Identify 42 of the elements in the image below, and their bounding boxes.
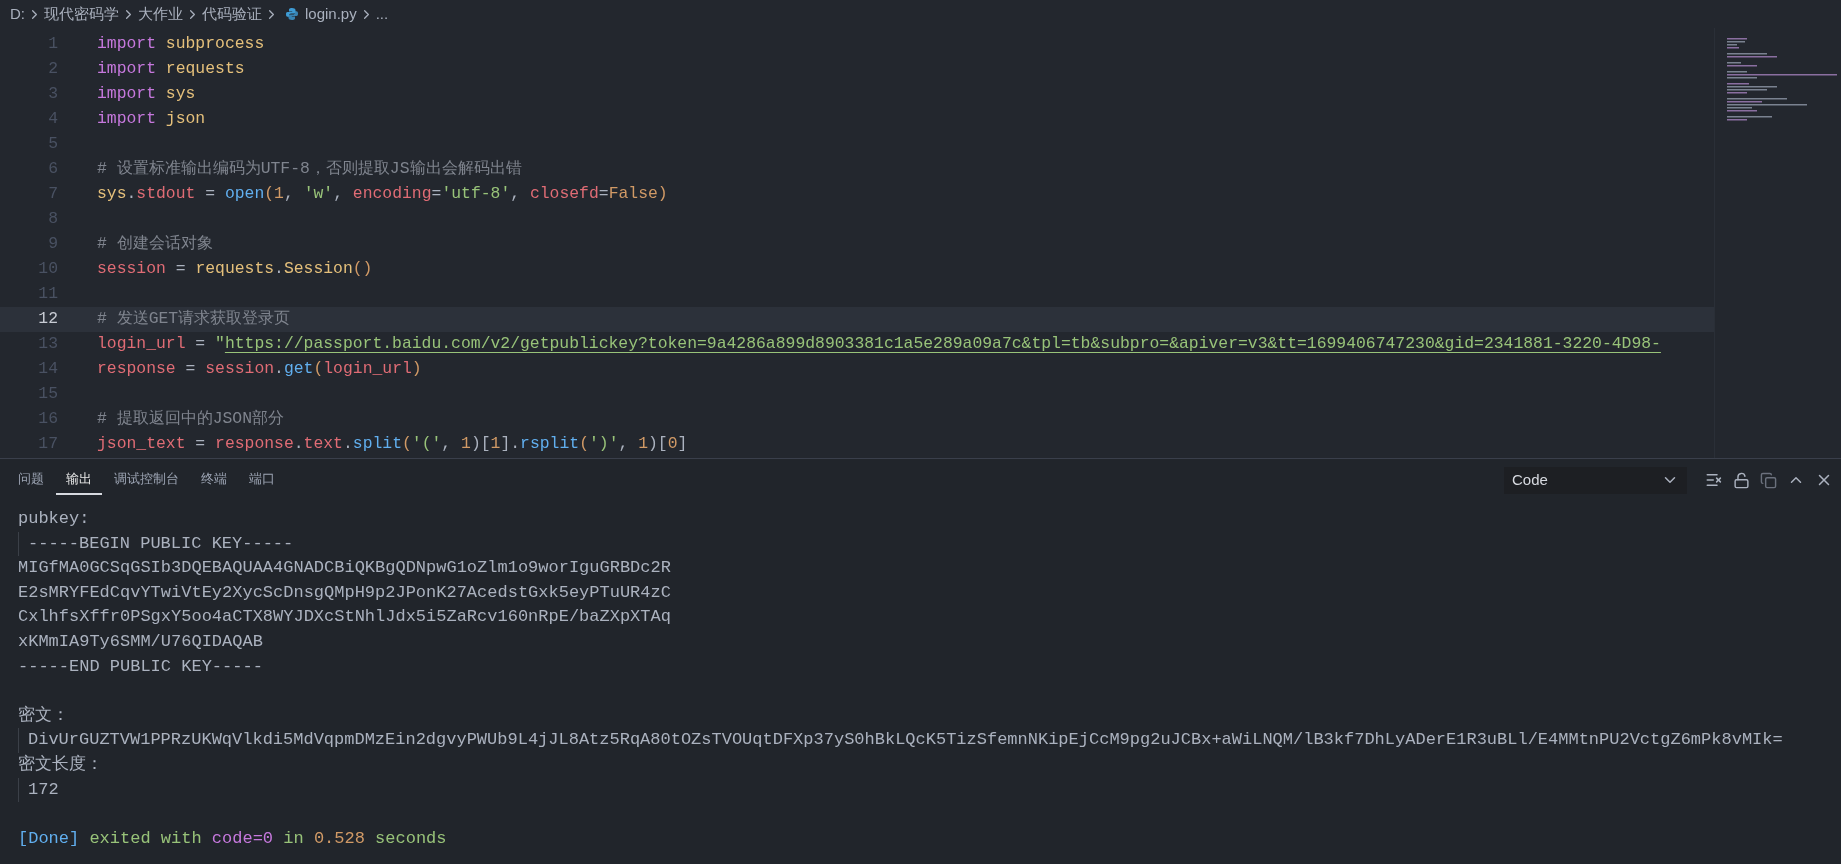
code-line: import sys [97,83,196,106]
panel-tab[interactable]: 终端 [191,465,237,495]
clear-output-icon[interactable] [1705,471,1723,489]
breadcrumb-more[interactable]: ... [375,2,389,26]
code-line: response = session.get(login_url) [97,358,422,381]
output-line: CxlhfsXffr0PSgxY5oo4aCTX8WYJDXcStNhlJdx5i5ZaRcv160nRpE/baZXpXTAq [18,606,671,629]
code-line: session = requests.Session() [97,258,373,281]
panel-tab[interactable]: 问题 [8,465,54,495]
code-line: import subprocess [97,33,265,56]
output-line: [Done] exited with code=0 in 0.528 seconds [18,827,447,850]
code-comment: # 创建会话对象 [97,233,213,256]
output-line: E2sMRYFEdCqvYTwiVtEy2XycScDnsgQMpH9p2JPonK27AcedstGxk5eyPTuUR4zC [18,581,671,604]
code-line: import json [97,108,206,131]
output-line: 172 [28,778,59,801]
output-line: 密文长度： [18,753,103,776]
breadcrumb-item[interactable]: 现代密码学 [44,2,119,26]
code-comment: # 设置标准输出编码为UTF-8，否则提取JS输出会解码出错 [97,158,522,181]
code-comment: # 提取返回中的JSON部分 [97,408,285,431]
breadcrumb-item[interactable]: login.py [305,2,357,26]
output-channel-dropdown[interactable]: Code [1504,466,1687,494]
code-comment: # 发送GET请求获取登录页 [97,308,291,331]
output-line: MIGfMA0GCSqGSIb3DQEBAQUAA4GNADCBiQKBgQDNpwG1oZlm1o9worIguGRBDc2R [18,557,671,580]
panel-tab[interactable]: 端口 [239,465,285,495]
output-line: 密文： [18,704,69,727]
code-line: json_text = response.text.split('(', 1)[1].rsplit(')', 1)[0] [97,433,688,456]
python-file-icon [285,7,299,21]
output-line: pubkey: [18,508,90,530]
output-line: xKMmIA9Ty6SMM/U76QIDAQAB [18,630,263,653]
code-line: sys.stdout = open(1, 'w', encoding='utf-8', closefd=False) [97,183,668,206]
output-line: -----END PUBLIC KEY----- [18,655,263,678]
copy-icon[interactable] [1760,471,1777,489]
breadcrumb-item[interactable]: 代码验证 [202,2,262,26]
output-line: DivUrGUZTVW1PPRzUKWqVlkdi5MdVqpmDMzEin2dgvyPWUb9L4jJL8Atz5RqA80tOZsTVOUqtDFXp37yS0hBkLQcK5TizSfemnNKipEjCcM9pg2uJCBx+aWiLNQM/lB3kf7DhLyADerE1R3uBLl/E4MMtnPU2VctgZ6mPk8vMIk= [28,729,1783,752]
breadcrumb-item[interactable]: 大作业 [138,2,183,26]
breadcrumb-item[interactable]: D: [10,2,25,26]
panel-tab[interactable]: 调试控制台 [104,465,189,495]
line-number: 12 [37,308,58,331]
panel-tab[interactable]: 输出 [56,465,102,495]
code-line: login_url = "https://passport.baidu.com/v2/getpublickey?token=9a4286a899d8903381c1a5e289a09a7c&tpl=tb&subpro=&apiver=v3&tt=1699406747230&gid=2341881-3220-4D98- [97,333,1661,356]
code-line: import requests [97,58,245,81]
lock-icon[interactable] [1733,471,1750,489]
output-line: -----BEGIN PUBLIC KEY----- [28,532,294,555]
